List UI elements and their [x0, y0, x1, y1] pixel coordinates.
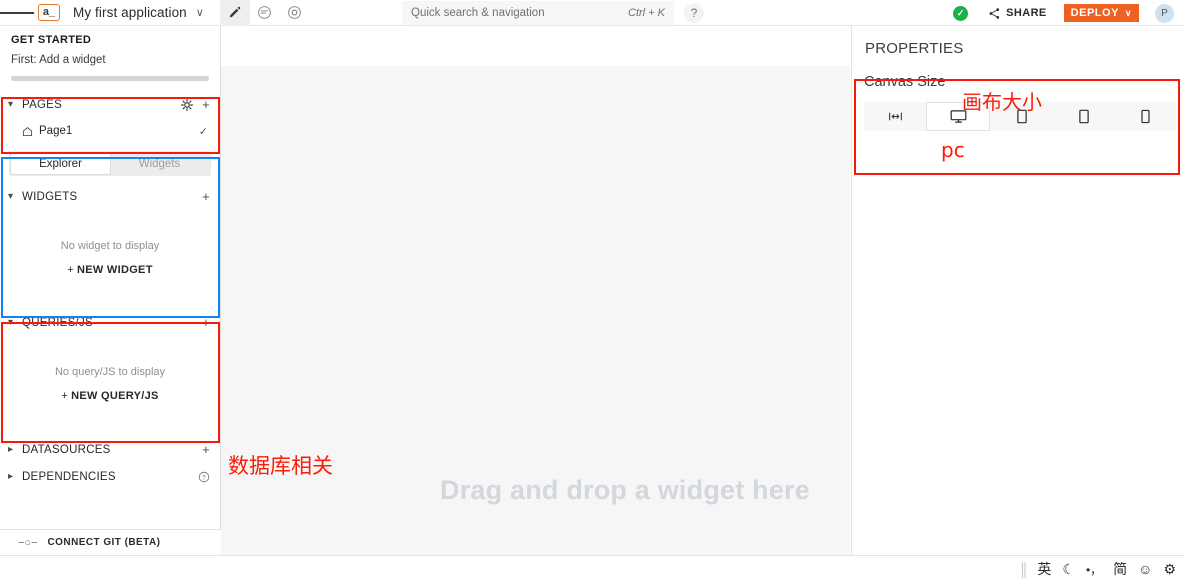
explorer-widgets-tabs: Explorer Widgets: [9, 151, 211, 176]
header-actions: ✓ SHARE DEPLOY ∨ P: [953, 0, 1184, 26]
gear-icon[interactable]: [181, 98, 194, 111]
onboarding-progress-bar: [11, 76, 209, 81]
svg-text:?: ?: [202, 474, 206, 481]
canvas-drop-hint: Drag and drop a widget here: [440, 475, 810, 505]
size-option-desktop[interactable]: [926, 102, 991, 131]
eye-icon[interactable]: [280, 0, 310, 26]
chevron-down-icon: ▾: [8, 99, 14, 110]
ime-moon-icon[interactable]: ☾: [1062, 561, 1075, 578]
add-datasource-button[interactable]: +: [202, 442, 210, 457]
tab-widgets[interactable]: Widgets: [110, 153, 209, 174]
widgets-section-header[interactable]: ▾ WIDGETS +: [0, 183, 220, 210]
sidebar-item-page1[interactable]: Page1 ✓: [0, 118, 220, 144]
connect-git-label[interactable]: CONNECT GIT (BETA): [48, 537, 161, 548]
share-button[interactable]: SHARE: [988, 7, 1047, 20]
top-header: a_ My first application ∨ Quick search &…: [0, 0, 1184, 26]
ime-simplified-toggle[interactable]: 简: [1113, 559, 1127, 579]
help-icon[interactable]: ?: [684, 3, 704, 23]
datasources-label: DATASOURCES: [22, 443, 111, 456]
size-option-fluid[interactable]: [864, 102, 926, 131]
search-placeholder: Quick search & navigation: [411, 7, 545, 19]
save-status-icon: ✓: [953, 5, 969, 21]
checkmark-icon: ✓: [198, 125, 208, 138]
edit-pencil-icon[interactable]: [219, 0, 250, 26]
pages-section-header[interactable]: ▾ PAGES +: [0, 91, 220, 118]
get-started-step: First: Add a widget: [11, 54, 106, 66]
canvas-drop-area[interactable]: Drag and drop a widget here: [221, 66, 850, 555]
help-circle-icon[interactable]: ?: [198, 471, 210, 483]
plus-icon: +: [67, 264, 74, 276]
comment-icon[interactable]: [250, 0, 280, 26]
canvas-size-section: Canvas Size: [864, 74, 1177, 131]
queries-section-header[interactable]: ▾ QUERIES/JS +: [0, 309, 220, 336]
deploy-label: DEPLOY: [1070, 7, 1119, 19]
pages-label: PAGES: [22, 98, 63, 111]
hamburger-icon[interactable]: [0, 0, 34, 26]
ime-punctuation-icon[interactable]: •，: [1086, 561, 1102, 578]
canvas-size-label: Canvas Size: [864, 74, 946, 90]
size-option-tablet[interactable]: [1053, 102, 1115, 131]
search-shortcut: Ctrl + K: [628, 7, 665, 19]
connect-git-bar[interactable]: −○− CONNECT GIT (BETA): [0, 529, 221, 555]
ime-language-toggle[interactable]: 英: [1037, 559, 1051, 579]
bottom-taskbar: ║ 英 ☾ •， 简 ☺ ⚙: [0, 555, 1184, 581]
canvas-top-strip: [221, 26, 850, 66]
ime-settings-gear-icon[interactable]: ⚙: [1163, 561, 1176, 578]
tablet-icon: [1016, 109, 1027, 124]
dependencies-label: DEPENDENCIES: [22, 470, 116, 483]
size-option-mobile[interactable]: [1115, 102, 1177, 131]
add-page-button[interactable]: +: [202, 97, 210, 112]
size-option-tablet-large[interactable]: [990, 102, 1052, 131]
properties-panel: PROPERTIES Canvas Size: [851, 26, 1184, 555]
fluid-width-icon: [888, 112, 902, 121]
chevron-down-icon: ▾: [8, 317, 14, 328]
search-input[interactable]: Quick search & navigation Ctrl + K: [402, 1, 674, 25]
properties-title: PROPERTIES: [865, 40, 964, 57]
share-label: SHARE: [1006, 7, 1047, 19]
ime-toolbar[interactable]: ║ 英 ☾ •， 简 ☺ ⚙: [1019, 556, 1176, 581]
datasources-section-header[interactable]: ▸ DATASOURCES +: [0, 436, 220, 463]
mobile-icon: [1141, 109, 1150, 124]
avatar[interactable]: P: [1155, 3, 1174, 23]
new-query-label: NEW QUERY/JS: [71, 390, 159, 402]
branch-icon: −○−: [18, 536, 38, 549]
chevron-down-icon: ∨: [1124, 7, 1132, 18]
application-window: a_ My first application ∨ Quick search &…: [0, 0, 1184, 581]
plus-icon: +: [61, 390, 69, 402]
add-query-button[interactable]: +: [202, 315, 210, 330]
add-widget-button[interactable]: +: [202, 189, 210, 204]
ime-drag-handle[interactable]: ║: [1019, 562, 1028, 577]
queries-label: QUERIES/JS: [22, 316, 93, 329]
ime-emoji-icon[interactable]: ☺: [1138, 561, 1152, 577]
deploy-button[interactable]: DEPLOY ∨: [1063, 4, 1139, 22]
new-widget-button[interactable]: + NEW WIDGET: [0, 264, 220, 276]
canvas-size-options: [864, 102, 1177, 131]
new-widget-label: NEW WIDGET: [77, 264, 153, 276]
home-icon: [22, 126, 33, 137]
desktop-icon: [950, 110, 967, 123]
share-icon: [989, 7, 1000, 19]
new-query-button[interactable]: + NEW QUERY/JS: [0, 390, 220, 402]
dependencies-section-header[interactable]: ▸ DEPENDENCIES ?: [0, 463, 220, 490]
chevron-down-icon: ▾: [8, 191, 14, 202]
widgets-empty-message: No widget to display: [60, 240, 160, 252]
app-logo-badge: a_: [38, 4, 60, 21]
chevron-right-icon: ▸: [8, 471, 14, 482]
tab-explorer[interactable]: Explorer: [11, 153, 110, 174]
chevron-down-icon[interactable]: ∨: [196, 6, 204, 19]
chevron-right-icon: ▸: [8, 444, 14, 455]
widgets-label: WIDGETS: [22, 190, 78, 203]
app-title[interactable]: My first application: [73, 5, 187, 20]
left-sidebar: GET STARTED First: Add a widget ▾ PAGES …: [0, 26, 221, 555]
get-started-title: GET STARTED: [11, 34, 92, 46]
queries-empty-message: No query/JS to display: [54, 366, 166, 378]
page-label: Page1: [39, 125, 73, 137]
tablet-icon: [1078, 109, 1089, 124]
